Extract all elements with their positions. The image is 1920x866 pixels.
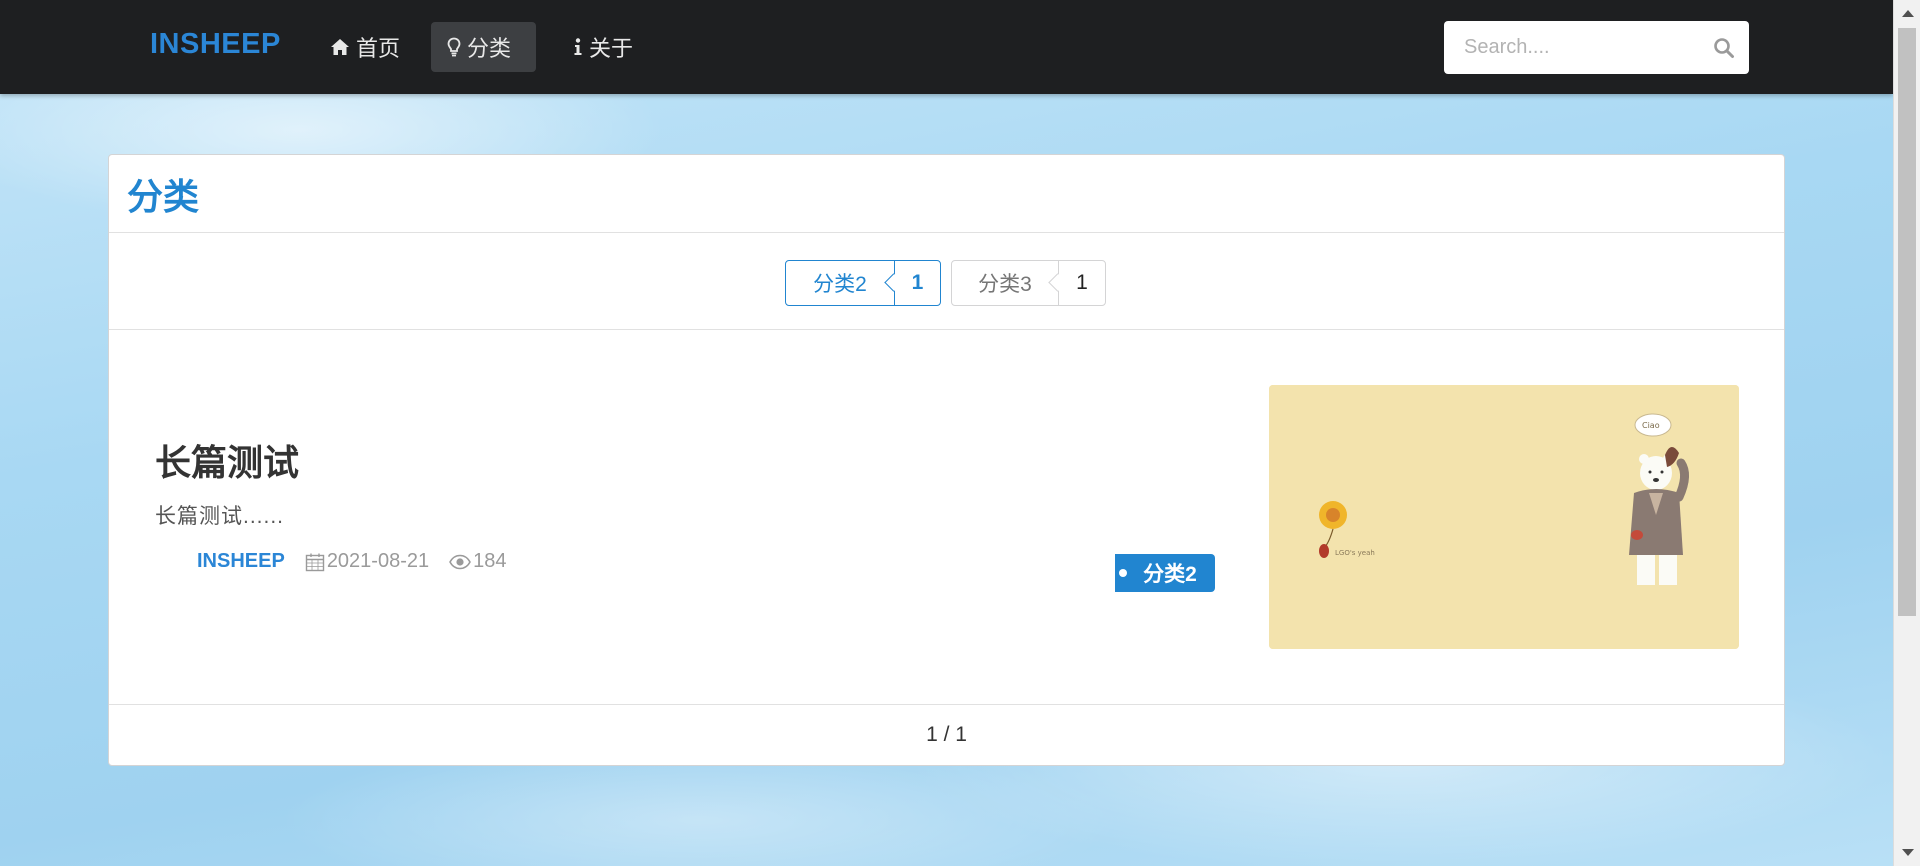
- nav-item-label: 分类: [467, 36, 512, 61]
- scroll-down-arrow-icon[interactable]: [1902, 849, 1914, 856]
- category-name: 分类3: [978, 273, 1032, 296]
- post-author[interactable]: INSHEEP: [197, 550, 285, 573]
- post-excerpt: 长篇测试......: [155, 505, 285, 528]
- post-title[interactable]: 长篇测试: [155, 434, 299, 486]
- eye-icon: [449, 554, 471, 569]
- category-label[interactable]: 分类3 1: [951, 260, 1106, 306]
- category-name: 分类2: [813, 273, 867, 296]
- post-meta: INSHEEP 2021-08-21 184: [197, 550, 527, 573]
- nav-item-home[interactable]: 首页: [314, 22, 416, 72]
- top-navbar: INSHEEP 首页 分类 关于: [0, 0, 1893, 94]
- post-item: 长篇测试 长篇测试...... INSHEEP 2021-08-21 184 分…: [109, 330, 1784, 705]
- search-input[interactable]: [1462, 35, 1696, 60]
- pagination-info: 1 / 1: [926, 723, 967, 746]
- post-tag[interactable]: 分类2: [1115, 554, 1215, 592]
- category-filter-row: 分类2 1 分类3 1: [109, 233, 1784, 330]
- svg-text:LGO's yeah: LGO's yeah: [1335, 549, 1375, 557]
- category-count: 1: [894, 261, 940, 305]
- nav-item-label: 关于: [589, 36, 634, 61]
- post-date-text: 2021-08-21: [326, 550, 430, 572]
- scroll-up-arrow-icon[interactable]: [1902, 10, 1914, 17]
- post-views-text: 184: [473, 550, 507, 572]
- vertical-scrollbar[interactable]: [1893, 0, 1920, 866]
- category-label-selected[interactable]: 分类2 1: [785, 260, 941, 306]
- category-count: 1: [1058, 261, 1105, 305]
- brand-logo[interactable]: INSHEEP: [150, 28, 281, 61]
- nav-item-about[interactable]: 关于: [557, 22, 649, 72]
- home-icon: [330, 38, 350, 56]
- page-title: 分类: [127, 175, 200, 217]
- post-views: 184: [449, 550, 507, 573]
- thumbnail-illustration: LGO's yeah Ciao: [1269, 385, 1739, 649]
- search-icon[interactable]: [1713, 37, 1735, 64]
- lightbulb-icon: [447, 37, 461, 57]
- info-icon: [573, 37, 583, 57]
- svg-text:Ciao: Ciao: [1642, 421, 1660, 430]
- category-card: 分类 分类2 1 分类3 1 长篇测试 长篇测试...... INSHEEP 2…: [108, 154, 1785, 766]
- scroll-thumb[interactable]: [1898, 28, 1916, 616]
- post-tag-label: 分类2: [1143, 563, 1197, 586]
- calendar-icon: [305, 553, 325, 571]
- tag-dot: [1119, 569, 1127, 577]
- nav-item-label: 首页: [356, 36, 401, 61]
- post-date: 2021-08-21: [305, 550, 429, 573]
- nav-item-category[interactable]: 分类: [431, 22, 536, 72]
- card-header: 分类: [109, 155, 1784, 233]
- post-thumbnail[interactable]: LGO's yeah Ciao: [1269, 385, 1739, 649]
- search-box: [1444, 21, 1749, 74]
